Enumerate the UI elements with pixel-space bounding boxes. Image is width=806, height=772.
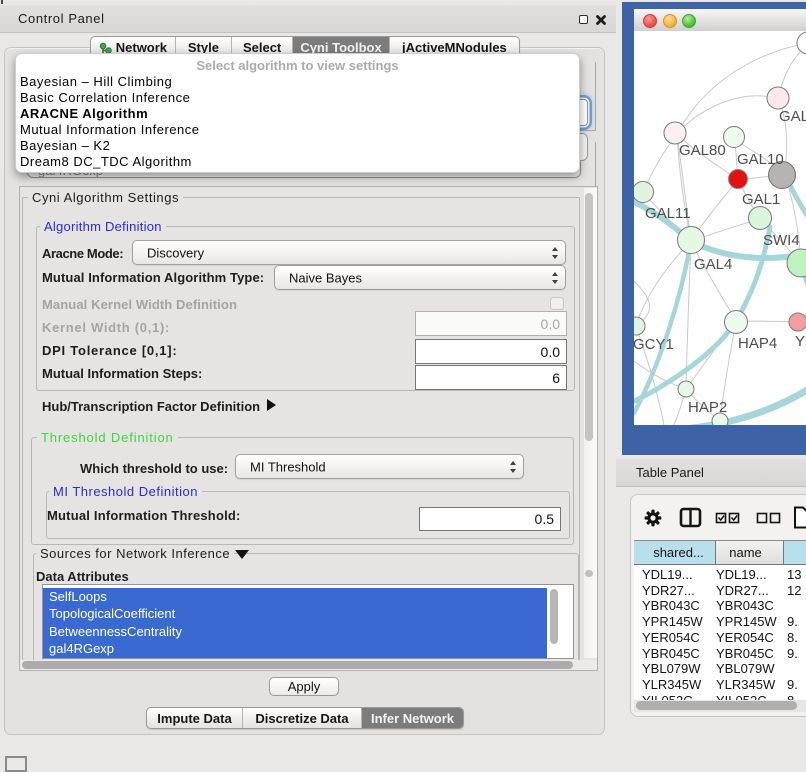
svg-text:GCY1: GCY1: [634, 336, 674, 353]
svg-text:GAL11: GAL11: [645, 205, 691, 222]
svg-text:HAP4: HAP4: [738, 335, 777, 352]
svg-text:GAL1: GAL1: [742, 191, 780, 208]
svg-text:GAL10: GAL10: [737, 151, 784, 168]
svg-text:Y: Y: [795, 333, 805, 350]
svg-text:GAL80: GAL80: [679, 142, 726, 159]
svg-text:HAP2: HAP2: [688, 399, 727, 416]
svg-text:SWI4: SWI4: [763, 232, 800, 249]
svg-text:GAL4: GAL4: [694, 256, 732, 273]
svg-text:GAL: GAL: [779, 108, 806, 125]
